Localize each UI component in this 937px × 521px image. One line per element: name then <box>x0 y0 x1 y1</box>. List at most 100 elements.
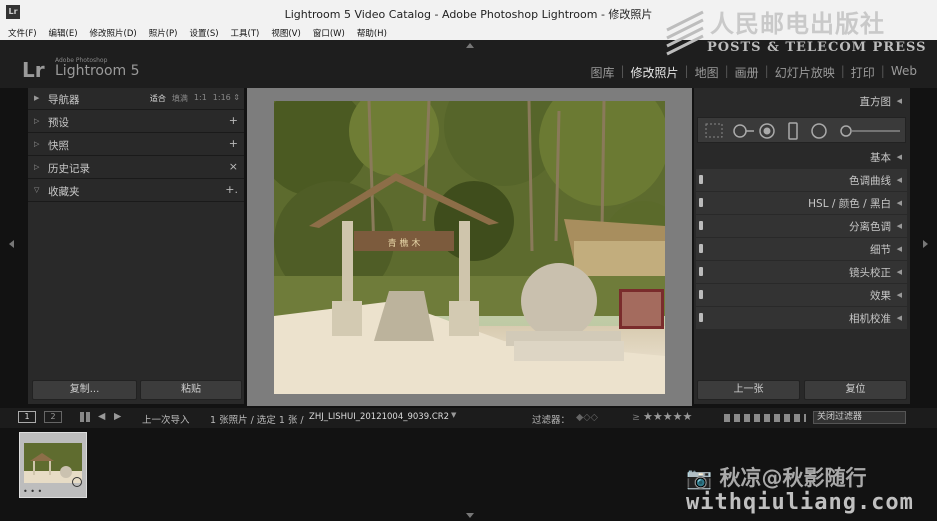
author-watermark: 📷 秋凉@秋影随行 <box>686 466 867 490</box>
menu-tools[interactable]: 工具(T) <box>223 26 264 40</box>
module-book[interactable]: 画册 <box>729 64 765 81</box>
histogram-label: 直方图 <box>859 96 892 108</box>
forward-arrow-icon[interactable]: ▶ <box>114 411 121 422</box>
crop-tool-icon[interactable] <box>705 123 723 138</box>
panel-toggle-switch[interactable] <box>699 244 703 253</box>
add-preset-icon[interactable]: + <box>229 114 238 127</box>
module-print[interactable]: 打印 <box>845 64 881 81</box>
window-title: Lightroom 5 Video Catalog - Adobe Photos… <box>284 8 653 21</box>
module-web[interactable]: Web <box>885 64 923 81</box>
panel-toggle-switch[interactable] <box>699 198 703 207</box>
graduated-filter-icon[interactable] <box>788 122 798 140</box>
panel-toggle-switch[interactable] <box>699 290 703 299</box>
history-label: 历史记录 <box>48 163 90 175</box>
presets-label: 预设 <box>48 117 69 129</box>
paste-button[interactable]: 粘贴 <box>140 380 242 400</box>
expand-triangle-icon: ▶ <box>34 94 40 102</box>
basic-header[interactable]: 基本 ◀ <box>696 146 907 168</box>
author-url-watermark: withqiuliang.com <box>686 490 914 515</box>
lightroom-logo: Lr <box>22 58 45 82</box>
panel-toggle-switch[interactable] <box>699 267 703 276</box>
collapse-bottom-arrow-icon[interactable] <box>466 513 474 518</box>
panel-toggle-switch[interactable] <box>699 175 703 184</box>
filename-dropdown-icon[interactable]: ▼ <box>451 411 456 419</box>
radial-filter-icon[interactable] <box>811 123 827 139</box>
collapse-triangle-icon: ◀ <box>896 176 902 184</box>
grid-view-icon[interactable] <box>80 412 90 422</box>
module-slideshow[interactable]: 幻灯片放映 <box>769 64 841 81</box>
module-develop[interactable]: 修改照片 <box>625 64 685 81</box>
hsl-label: HSL / 颜色 / 黑白 <box>808 198 891 210</box>
zoom-fit[interactable]: 适合 <box>150 93 166 104</box>
collapse-triangle-icon: ◀ <box>896 314 902 322</box>
source-label[interactable]: 上一次导入 <box>142 412 190 426</box>
color-label-filter-icon[interactable] <box>724 414 806 422</box>
zoom-custom[interactable]: 1:16 ⇕ <box>213 93 240 104</box>
module-map[interactable]: 地图 <box>689 64 725 81</box>
add-snapshot-icon[interactable]: + <box>229 137 238 150</box>
presets-header[interactable]: ▷ 预设 + <box>28 111 244 133</box>
develop-tool-strip <box>697 117 906 143</box>
title-bar: Lr Lightroom 5 Video Catalog - Adobe Pho… <box>0 0 937 26</box>
menu-help[interactable]: 帮助(H) <box>349 26 391 40</box>
effects-header[interactable]: 效果 ◀ <box>696 284 907 306</box>
collections-header[interactable]: ▽ 收藏夹 +. <box>28 180 244 202</box>
hsl-header[interactable]: HSL / 颜色 / 黑白 ◀ <box>696 192 907 214</box>
panel-toggle-switch[interactable] <box>699 221 703 230</box>
lens-correction-header[interactable]: 镜头校正 ◀ <box>696 261 907 283</box>
flag-filter-icon[interactable]: ◆◇◇ <box>576 412 598 423</box>
collapse-left-arrow-icon[interactable] <box>9 240 14 248</box>
expand-triangle-icon: ▷ <box>34 117 40 125</box>
collapse-triangle-icon: ◀ <box>896 199 902 207</box>
filter-dropdown[interactable]: 关闭过滤器 <box>813 411 906 424</box>
collapse-triangle-icon: ◀ <box>896 268 902 276</box>
collapse-top-arrow-icon[interactable] <box>466 43 474 48</box>
menu-bar: 文件(F) 编辑(E) 修改照片(D) 照片(P) 设置(S) 工具(T) 视图… <box>0 26 937 40</box>
edited-badge-icon <box>72 477 82 487</box>
rating-stars[interactable]: ★★★★★ <box>643 410 692 423</box>
menu-edit[interactable]: 编辑(E) <box>41 26 82 40</box>
menu-settings[interactable]: 设置(S) <box>182 26 223 40</box>
snapshots-header[interactable]: ▷ 快照 + <box>28 134 244 156</box>
menu-photo[interactable]: 照片(P) <box>141 26 182 40</box>
copy-button[interactable]: 复制... <box>32 380 137 400</box>
menu-develop[interactable]: 修改照片(D) <box>82 26 141 40</box>
panel-toggle-switch[interactable] <box>699 313 703 322</box>
menu-view[interactable]: 视图(V) <box>263 26 304 40</box>
filename-label[interactable]: ZHJ_LISHUI_20121004_9039.CR2 <box>309 412 449 422</box>
spot-removal-icon[interactable] <box>733 124 754 138</box>
lens-correction-label: 镜头校正 <box>849 267 891 279</box>
histogram-header[interactable]: 直方图 ◀ <box>696 90 907 112</box>
history-header[interactable]: ▷ 历史记录 × <box>28 157 244 179</box>
expand-triangle-icon: ▷ <box>34 140 40 148</box>
snapshots-label: 快照 <box>48 140 69 152</box>
adjustment-brush-icon[interactable] <box>840 125 900 137</box>
view-2-button[interactable]: 2 <box>44 411 62 423</box>
camera-calibration-header[interactable]: 相机校准 ◀ <box>696 307 907 329</box>
rating-operator-icon[interactable]: ≥ <box>632 412 640 423</box>
tone-curve-header[interactable]: 色调曲线 ◀ <box>696 169 907 191</box>
module-library[interactable]: 图库 <box>584 64 620 81</box>
zoom-1-1[interactable]: 1:1 <box>194 93 207 104</box>
split-toning-header[interactable]: 分离色调 ◀ <box>696 215 907 237</box>
view-1-button[interactable]: 1 <box>18 411 36 423</box>
detail-header[interactable]: 细节 ◀ <box>696 238 907 260</box>
filmstrip-thumbnail[interactable]: • • • <box>19 432 87 498</box>
collapse-triangle-icon: ◀ <box>896 245 902 253</box>
menu-file[interactable]: 文件(F) <box>0 26 41 40</box>
navigator-header[interactable]: ▶ 导航器 适合 填满 1:1 1:16 ⇕ <box>28 88 244 110</box>
selection-info: 1 张照片 / 选定 1 张 / <box>210 415 304 426</box>
navigator-label: 导航器 <box>48 94 80 106</box>
menu-window[interactable]: 窗口(W) <box>305 26 349 40</box>
zoom-fill[interactable]: 填满 <box>172 93 188 104</box>
red-eye-icon[interactable] <box>759 123 775 139</box>
camera-calibration-label: 相机校准 <box>849 313 891 325</box>
add-collection-icon[interactable]: +. <box>225 183 238 196</box>
back-arrow-icon[interactable]: ◀ <box>98 411 105 422</box>
main-photo[interactable]: 青 樵 木 <box>274 101 665 394</box>
collapse-right-arrow-icon[interactable] <box>923 240 928 248</box>
reset-button[interactable]: 复位 <box>804 380 907 400</box>
previous-button[interactable]: 上一张 <box>697 380 800 400</box>
clear-history-icon[interactable]: × <box>229 160 238 173</box>
collapse-triangle-icon: ◀ <box>896 222 902 230</box>
